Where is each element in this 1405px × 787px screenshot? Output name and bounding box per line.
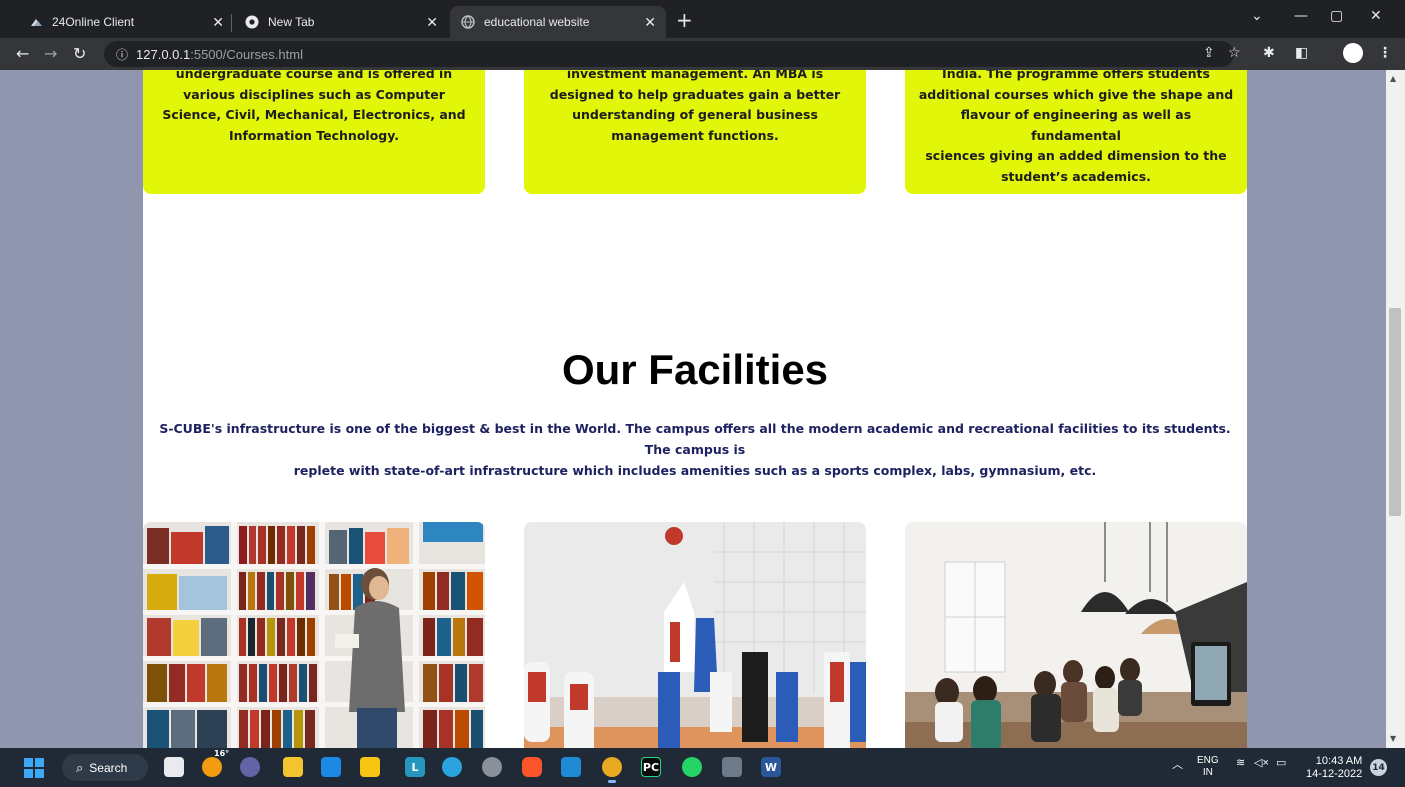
- lang-line: IN: [1202, 767, 1213, 778]
- card-text-line: understanding of general business: [572, 107, 818, 122]
- tab-title: educational website: [484, 15, 590, 29]
- volume-mute-icon[interactable]: ◁×: [1254, 756, 1269, 769]
- facilities-desc-line: replete with state-of-art infrastructure…: [293, 463, 1097, 478]
- system-clock[interactable]: 10:43 AM 14-12-2022: [1306, 755, 1362, 781]
- address-bar[interactable]: ⓘ 127.0.0.1:5500/Courses.html: [104, 41, 1234, 67]
- tray-overflow-icon[interactable]: ︿: [1172, 756, 1183, 772]
- windows-start-icon[interactable]: [24, 758, 44, 778]
- card-text-line: undergraduate course and is offered in: [175, 70, 453, 81]
- lang-line: ENG: [1197, 755, 1219, 766]
- brave-browser-icon[interactable]: [522, 757, 542, 777]
- chrome-taskbar-icon[interactable]: [602, 757, 622, 783]
- language-indicator[interactable]: ENG IN: [1197, 755, 1219, 779]
- tab-strip: 24Online Client ✕ New Tab ✕ educational …: [0, 0, 1405, 38]
- card-text-line: Science, Civil, Mechanical, Electronics,…: [162, 107, 466, 122]
- windows-taskbar: ⌕ Search 16° L PC W ︿ ENG IN ≋ ◁× ▭ 10:4…: [0, 748, 1405, 787]
- clock-time: 10:43 AM: [1315, 755, 1363, 767]
- course-card-mba: investment management. An MBA is designe…: [524, 70, 866, 194]
- tab-separator: [231, 14, 232, 32]
- library-photo: [143, 522, 485, 748]
- weather-icon[interactable]: 16°: [202, 749, 229, 777]
- calculator-icon[interactable]: [722, 757, 742, 777]
- word-icon[interactable]: W: [761, 757, 781, 777]
- back-icon[interactable]: ←: [16, 44, 29, 63]
- vscode-icon[interactable]: [561, 757, 581, 777]
- cafe-photo: [905, 522, 1247, 748]
- telegram-icon[interactable]: [442, 757, 462, 777]
- taskbar-search-button[interactable]: ⌕ Search: [62, 754, 148, 781]
- scrollbar-thumb[interactable]: [1389, 308, 1401, 516]
- l-app-icon[interactable]: L: [405, 757, 425, 777]
- card-text-line: additional courses which give the shape …: [918, 86, 1234, 102]
- share-icon[interactable]: ⇪: [1203, 45, 1215, 61]
- card-text-line: various disciplines such as Computer: [183, 86, 445, 102]
- tab-new-tab[interactable]: New Tab ✕: [234, 6, 448, 38]
- close-icon[interactable]: ✕: [644, 14, 656, 31]
- card-text-line: India. The programme offers students: [942, 70, 1210, 81]
- facilities-description: S-CUBE's infrastructure is one of the bi…: [153, 418, 1237, 481]
- browser-toolbar: ← → ↻ ⓘ 127.0.0.1:5500/Courses.html ⇪ ☆ …: [0, 38, 1405, 70]
- scroll-down-icon[interactable]: ▼: [1390, 734, 1396, 743]
- url-host: 127.0.0.1: [136, 46, 191, 62]
- tab-title: New Tab: [268, 15, 315, 29]
- facilities-desc-line: S-CUBE's infrastructure is one of the bi…: [159, 421, 1231, 457]
- notification-badge[interactable]: 14: [1370, 759, 1387, 776]
- search-label: Search: [89, 760, 128, 775]
- card-text-line: flavour of engineering as well as fundam…: [960, 107, 1192, 143]
- search-icon: ⌕: [76, 759, 84, 775]
- page-content: undergraduate course and is offered in v…: [143, 70, 1247, 748]
- minimize-icon[interactable]: —: [1294, 8, 1308, 24]
- whatsapp-icon[interactable]: [682, 757, 702, 777]
- tab-24online[interactable]: 24Online Client ✕: [18, 6, 234, 38]
- pycharm-icon[interactable]: PC: [641, 757, 661, 777]
- window-close-icon[interactable]: ✕: [1370, 8, 1382, 24]
- weather-temp: 16°: [214, 749, 230, 758]
- profile-avatar[interactable]: [1343, 43, 1363, 63]
- card-text-line: sciences giving an added dimension to th…: [925, 148, 1227, 163]
- extensions-icon[interactable]: ✱: [1263, 45, 1275, 61]
- info-icon[interactable]: ⓘ: [116, 46, 128, 63]
- url-path: :5500/Courses.html: [190, 46, 303, 62]
- microsoft-store-icon[interactable]: [321, 757, 341, 777]
- facilities-heading: Our Facilities: [561, 346, 829, 393]
- sticky-notes-icon[interactable]: [283, 757, 303, 777]
- tab-search-icon[interactable]: ⌄: [1251, 8, 1263, 24]
- course-card-science: India. The programme offers students add…: [905, 70, 1247, 194]
- new-tab-button[interactable]: +: [676, 10, 693, 30]
- battery-icon[interactable]: ▭: [1276, 756, 1286, 769]
- card-text-line: Information Technology.: [228, 127, 399, 143]
- file-explorer-icon[interactable]: [360, 757, 380, 777]
- cloud-icon: [28, 14, 44, 30]
- menu-icon[interactable]: ⋮: [1378, 45, 1392, 61]
- chrome-icon: [244, 14, 260, 30]
- card-text-line: student’s academics.: [1001, 168, 1151, 184]
- course-card-engineering: undergraduate course and is offered in v…: [143, 70, 485, 194]
- tab-educational-website[interactable]: educational website ✕: [450, 6, 666, 38]
- basketball-photo: [524, 522, 866, 748]
- wifi-icon[interactable]: ≋: [1236, 756, 1245, 769]
- close-icon[interactable]: ✕: [426, 14, 438, 31]
- page-viewport: undergraduate course and is offered in v…: [0, 70, 1386, 748]
- tab-title: 24Online Client: [52, 15, 135, 29]
- close-icon[interactable]: ✕: [212, 14, 224, 31]
- card-text-line: management functions.: [611, 127, 779, 143]
- card-text-line: designed to help graduates gain a better: [549, 86, 841, 102]
- restore-icon[interactable]: ▢: [1330, 8, 1343, 24]
- teams-chat-icon[interactable]: [240, 757, 260, 777]
- settings-gear-icon[interactable]: [482, 757, 502, 777]
- task-view-icon[interactable]: [164, 757, 184, 777]
- card-text-line: investment management. An MBA is: [566, 70, 824, 81]
- globe-icon: [460, 14, 476, 30]
- bookmark-star-icon[interactable]: ☆: [1228, 45, 1241, 61]
- scroll-up-icon[interactable]: ▲: [1390, 74, 1396, 83]
- reload-icon[interactable]: ↻: [73, 44, 86, 63]
- clock-date: 14-12-2022: [1306, 768, 1363, 780]
- side-panel-icon[interactable]: ◧: [1295, 45, 1308, 61]
- forward-icon[interactable]: →: [44, 44, 57, 63]
